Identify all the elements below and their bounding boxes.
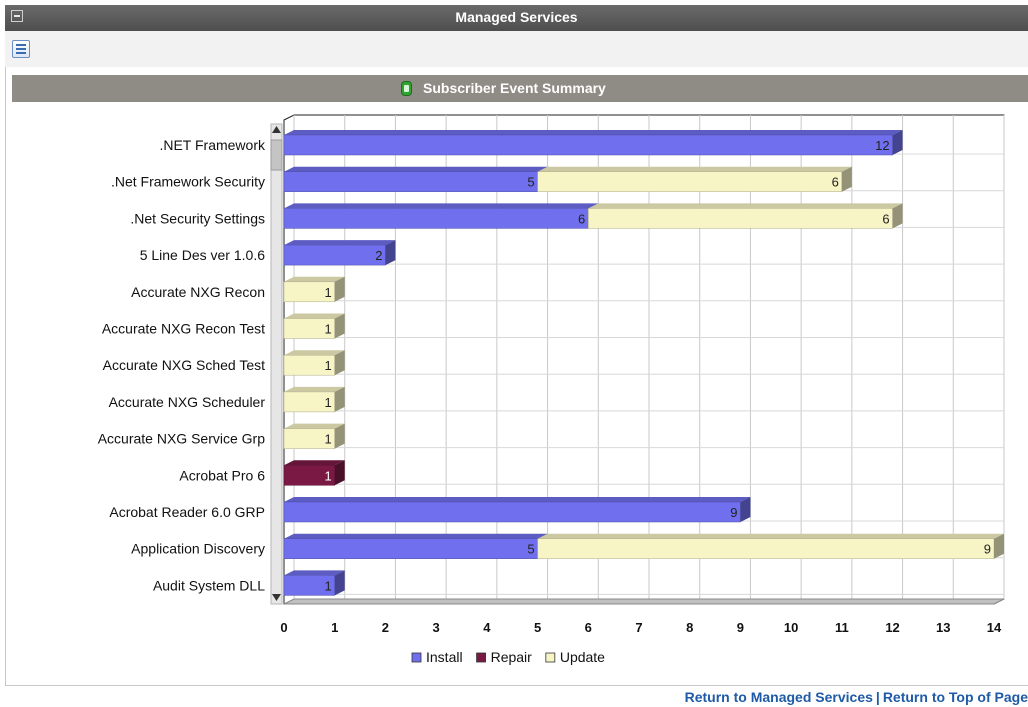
bar-top <box>284 166 548 172</box>
category-label: Audit System DLL <box>153 577 265 593</box>
legend-label: Update <box>560 649 605 665</box>
scrollbar-thumb[interactable] <box>270 139 283 171</box>
bar <box>588 208 893 229</box>
data-label: 9 <box>984 542 991 557</box>
legend-swatch <box>411 652 422 663</box>
legend-swatch <box>545 652 556 663</box>
return-top-link[interactable]: Return to Top of Page <box>883 689 1028 705</box>
x-tick-label: 11 <box>835 620 849 635</box>
x-tick-label: 1 <box>331 620 338 635</box>
x-tick-label: 4 <box>483 620 491 635</box>
bar-top <box>284 240 396 246</box>
data-label: 12 <box>875 138 889 153</box>
data-label: 5 <box>527 542 534 557</box>
event-summary-chart: 12.NET Framework5 6.Net Framework Securit… <box>98 114 1005 665</box>
data-label: 1 <box>324 322 331 337</box>
legend-label: Install <box>426 649 463 665</box>
bar <box>283 171 538 192</box>
bar-top <box>284 497 751 502</box>
data-label: 6 <box>578 211 585 226</box>
x-tick-label: 0 <box>280 620 287 635</box>
plot-floor <box>283 598 1005 605</box>
category-label: Accurate NXG Service Grp <box>98 431 265 447</box>
category-label: Acrobat Reader 6.0 GRP <box>109 504 265 520</box>
x-tick-label: 5 <box>534 620 541 635</box>
bar-top <box>284 350 345 356</box>
category-label: .Net Security Settings <box>130 210 265 226</box>
x-tick-label: 13 <box>936 620 950 635</box>
data-label: 2 <box>375 248 382 263</box>
link-separator: | <box>875 689 880 705</box>
bar-top <box>284 423 345 429</box>
bar-top <box>284 533 548 539</box>
x-tick-label: 9 <box>737 620 744 635</box>
data-label: 5 <box>527 175 534 190</box>
x-tick-label: 3 <box>433 620 440 635</box>
bar-top <box>284 313 345 319</box>
category-label: Application Discovery <box>131 541 265 557</box>
data-label: 1 <box>324 285 331 300</box>
bar-top <box>284 570 345 576</box>
x-tick-label: 14 <box>987 620 1002 635</box>
x-tick-label: 8 <box>686 620 693 635</box>
data-label: 6 <box>882 211 889 226</box>
scrollbar-track[interactable] <box>270 123 283 605</box>
bar <box>283 244 386 266</box>
x-tick-label: 10 <box>784 620 798 635</box>
x-tick-label: 12 <box>885 620 899 635</box>
data-label: 1 <box>324 358 331 373</box>
bar <box>537 171 843 192</box>
bar-top <box>284 460 345 466</box>
data-label: 6 <box>832 175 839 190</box>
data-label: 9 <box>730 505 737 520</box>
category-label: .NET Framework <box>159 137 266 153</box>
category-label: Accurate NXG Recon Test <box>102 321 265 337</box>
legend-label: Repair <box>491 649 533 665</box>
bar <box>283 134 893 156</box>
category-label: Accurate NXG Scheduler <box>109 394 266 410</box>
category-label: Accurate NXG Sched Test <box>103 357 265 373</box>
bar-top <box>284 203 599 209</box>
category-label: .Net Framework Security <box>111 174 265 190</box>
bar-top <box>284 276 345 282</box>
data-label: 1 <box>324 432 331 447</box>
bar <box>283 538 538 559</box>
return-managed-services-link[interactable]: Return to Managed Services <box>685 689 873 705</box>
bar-top <box>537 533 1004 539</box>
x-tick-label: 7 <box>635 620 642 635</box>
category-label: 5 Line Des ver 1.0.6 <box>140 247 266 263</box>
bar <box>283 501 741 523</box>
x-tick-label: 6 <box>585 620 592 635</box>
bar-top <box>588 203 903 209</box>
x-tick-label: 2 <box>382 620 389 635</box>
bar <box>283 208 589 229</box>
data-label: 1 <box>324 578 331 593</box>
legend-swatch <box>476 652 486 663</box>
category-label: Accurate NXG Recon <box>131 284 265 300</box>
data-label: 1 <box>324 468 331 483</box>
data-label: 1 <box>324 395 331 410</box>
footer-links: Return to Managed Services | Return to Top… <box>685 689 1028 705</box>
bar-top <box>284 130 903 135</box>
bar <box>537 538 995 559</box>
bar-top <box>537 166 852 172</box>
bar-top <box>284 386 345 392</box>
category-label: Acrobat Pro 6 <box>179 467 265 483</box>
